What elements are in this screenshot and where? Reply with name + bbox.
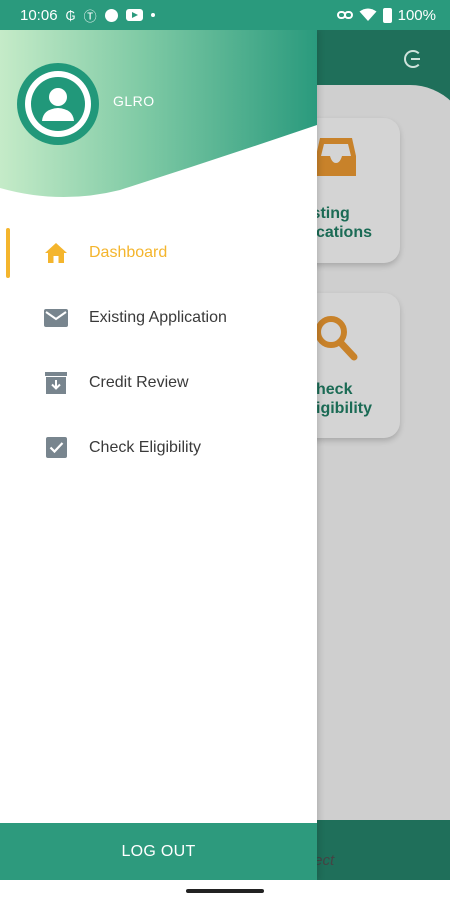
battery-icon	[382, 7, 392, 23]
status-bar: 10:06 ₲ Ⓣ 100%	[0, 0, 450, 30]
navigation-drawer: GLRO Dashboard Existing Application Cred…	[0, 30, 317, 880]
inbox-tray-icon	[316, 138, 356, 176]
avatar[interactable]	[17, 63, 99, 145]
home-icon	[44, 241, 68, 265]
menu-item-label: Credit Review	[89, 373, 189, 391]
battery-percentage: 100%	[397, 6, 436, 24]
drawer-menu: Dashboard Existing Application Credit Re…	[0, 220, 317, 480]
power-icon	[404, 50, 422, 68]
checkbox-icon	[44, 436, 68, 460]
user-icon	[31, 77, 85, 131]
menu-item-label: Check Eligibility	[89, 438, 202, 456]
search-icon	[315, 316, 358, 361]
app-notification-icon: ₲	[65, 7, 76, 23]
menu-item-existing-application[interactable]: Existing Application	[0, 285, 317, 350]
menu-item-label: Dashboard	[89, 243, 168, 261]
card-label-line2: igibility	[316, 400, 372, 417]
more-notifications-icon	[150, 13, 155, 17]
home-gesture-handle[interactable]	[186, 889, 264, 893]
mail-icon	[44, 306, 68, 330]
circle-notification-icon	[104, 8, 118, 22]
menu-item-label: Existing Application	[89, 308, 227, 326]
app-notification-icon-2: Ⓣ	[83, 8, 97, 24]
menu-item-check-eligibility[interactable]: Check Eligibility	[0, 415, 317, 480]
menu-item-credit-review[interactable]: Credit Review	[0, 350, 317, 415]
user-name: GLRO	[113, 93, 155, 109]
avatar-inner	[25, 71, 91, 137]
wifi-icon	[359, 8, 377, 21]
gesture-bar	[0, 880, 450, 900]
card-label-line1: heck	[316, 381, 353, 398]
archive-download-icon	[44, 371, 68, 395]
menu-item-dashboard[interactable]: Dashboard	[0, 220, 317, 285]
logout-button[interactable]: LOG OUT	[0, 823, 317, 880]
link-icon	[336, 11, 353, 19]
status-time: 10:06	[20, 6, 58, 24]
youtube-icon	[125, 9, 143, 21]
